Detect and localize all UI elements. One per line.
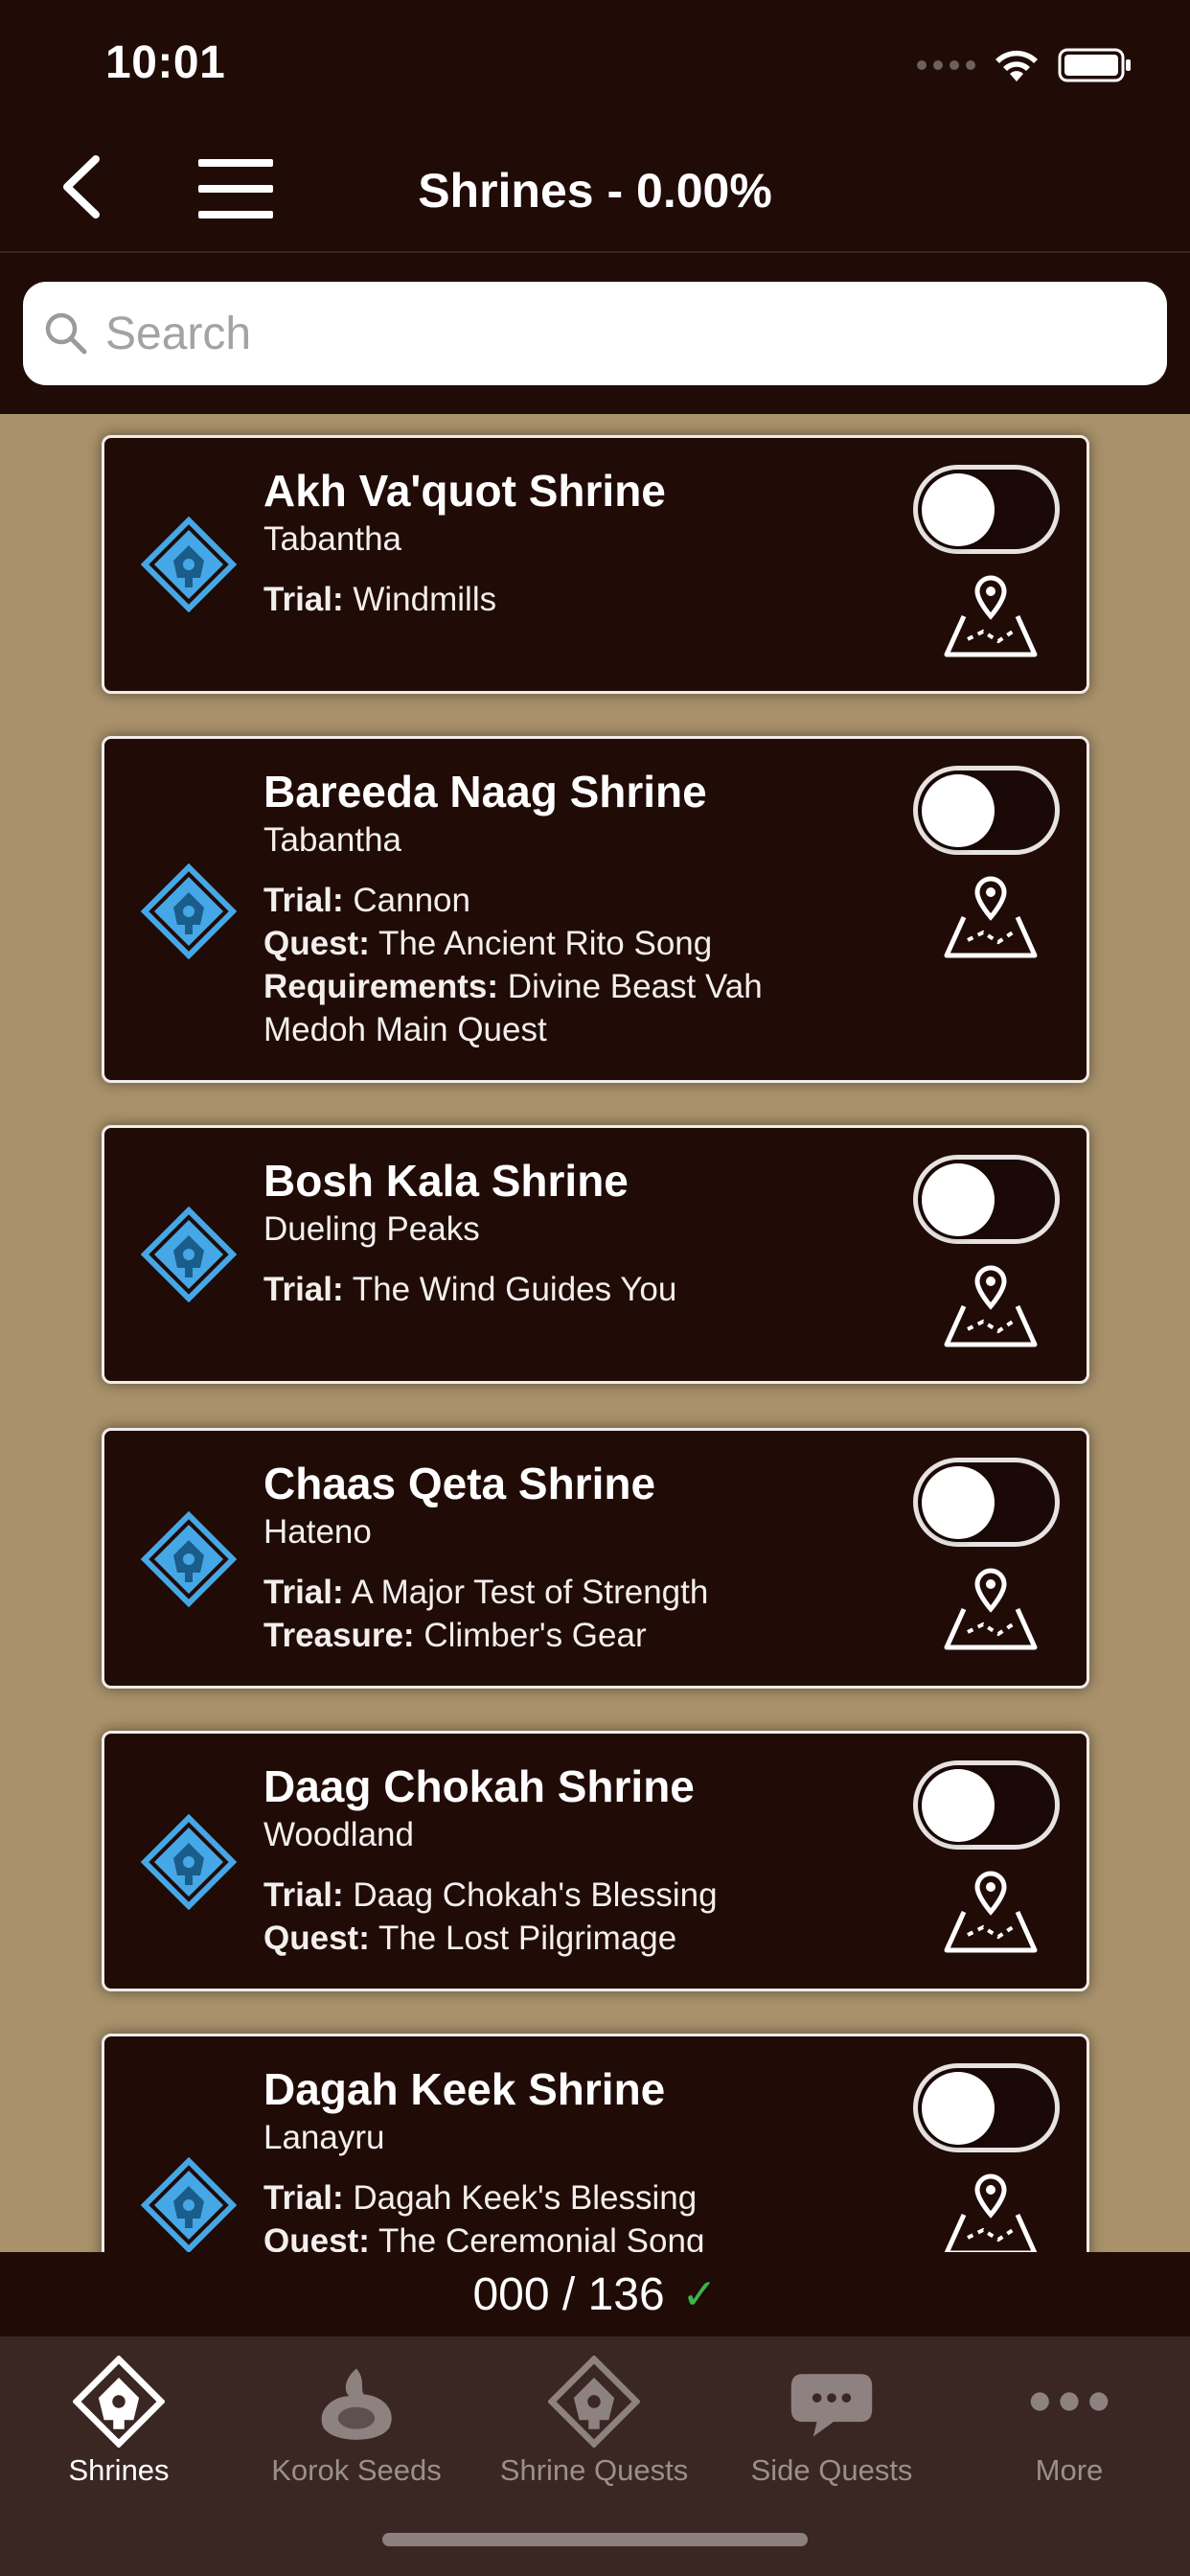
shrine-icon: [141, 1814, 237, 1910]
shrine-detail: Quest: The Ceremonial Song: [263, 2222, 705, 2252]
shrine-card[interactable]: Akh Va'quot Shrine Tabantha Trial: Windm…: [102, 435, 1089, 694]
shrine-name: Bosh Kala Shrine: [263, 1156, 629, 1206]
shrine-region: Lanayru: [263, 2119, 385, 2156]
speech-bubble-icon: [790, 2374, 873, 2437]
tab-shrines[interactable]: Shrines: [0, 2346, 238, 2499]
map-pin-icon[interactable]: [943, 1264, 1039, 1350]
shrine-region: Tabantha: [263, 821, 402, 859]
tab-label: Korok Seeds: [271, 2453, 442, 2487]
shrine-icon: [73, 2356, 165, 2448]
shrine-detail: Trial: The Wind Guides You: [263, 1271, 677, 1308]
shrine-name: Bareeda Naag Shrine: [263, 767, 707, 816]
wifi-icon: [995, 50, 1038, 81]
tab-label: Shrine Quests: [499, 2453, 689, 2487]
map-pin-icon[interactable]: [943, 1870, 1039, 1956]
search-bar[interactable]: [23, 282, 1167, 385]
shrine-detail: Trial: Daag Chokah's Blessing: [263, 1876, 718, 1914]
shrine-card[interactable]: Chaas Qeta Shrine Hateno Trial: A Major …: [102, 1428, 1089, 1689]
shrine-icon: [141, 863, 237, 959]
toggle-knob: [922, 774, 995, 847]
completed-toggle[interactable]: [913, 465, 1060, 554]
shrine-name: Akh Va'quot Shrine: [263, 466, 666, 516]
tab-side-quests[interactable]: Side Quests: [713, 2346, 950, 2499]
shrine-icon: [141, 517, 237, 612]
completed-toggle[interactable]: [913, 1760, 1060, 1850]
search-icon: [45, 312, 87, 355]
shrine-detail: Quest: The Ancient Rito Song: [263, 925, 713, 962]
shrine-card[interactable]: Bosh Kala Shrine Dueling Peaks Trial: Th…: [102, 1125, 1089, 1384]
map-pin-icon[interactable]: [943, 1567, 1039, 1653]
completed-toggle[interactable]: [913, 2063, 1060, 2152]
signal-icon: [917, 60, 975, 70]
tab-more[interactable]: More: [950, 2346, 1188, 2499]
shrine-detail: Treasure: Climber's Gear: [263, 1617, 647, 1654]
shrine-detail: Trial: Dagah Keek's Blessing: [263, 2179, 698, 2217]
shrine-detail: Trial: Cannon: [263, 882, 470, 919]
shrine-region: Tabantha: [263, 520, 402, 558]
shrine-icon: [141, 1511, 237, 1607]
shrine-name: Chaas Qeta Shrine: [263, 1459, 656, 1508]
completion-counter: 000 / 136 ✓: [0, 2252, 1190, 2336]
shrine-card[interactable]: Bareeda Naag Shrine Tabantha Trial: Cann…: [102, 736, 1089, 1083]
toggle-knob: [922, 473, 995, 546]
shrine-detail: Trial: A Major Test of Strength: [263, 1574, 709, 1611]
shrine-name: Daag Chokah Shrine: [263, 1761, 695, 1811]
top-bar: 10:01 Shrines - 0.00%: [0, 0, 1190, 414]
shrine-card[interactable]: Dagah Keek Shrine Lanayru Trial: Dagah K…: [102, 2034, 1089, 2252]
page-title: Shrines - 0.00%: [418, 164, 772, 218]
map-pin-icon[interactable]: [943, 2173, 1039, 2252]
tab-label: More: [1035, 2453, 1104, 2487]
tab-label: Shrines: [68, 2453, 170, 2487]
shrine-icon: [141, 2157, 237, 2252]
shrine-card[interactable]: Daag Chokah Shrine Woodland Trial: Daag …: [102, 1731, 1089, 1991]
shrine-region: Hateno: [263, 1513, 372, 1551]
home-indicator[interactable]: [382, 2533, 808, 2546]
battery-icon: [1058, 48, 1131, 82]
status-icons: [917, 44, 1133, 86]
tab-shrine-quests[interactable]: Shrine Quests: [475, 2346, 713, 2499]
toggle-knob: [922, 1466, 995, 1539]
toggle-knob: [922, 2072, 995, 2145]
shrine-region: Woodland: [263, 1816, 414, 1853]
completed-toggle[interactable]: [913, 766, 1060, 855]
tab-korok-seeds[interactable]: Korok Seeds: [238, 2346, 475, 2499]
shrine-detail: Trial: Windmills: [263, 581, 497, 618]
shrine-name: Dagah Keek Shrine: [263, 2064, 666, 2114]
shrine-list[interactable]: Akh Va'quot Shrine Tabantha Trial: Windm…: [0, 414, 1190, 2252]
shrine-region: Dueling Peaks: [263, 1210, 480, 1248]
korok-seed-icon: [321, 2368, 392, 2440]
nav-bar: Shrines - 0.00%: [0, 126, 1190, 253]
completed-toggle[interactable]: [913, 1155, 1060, 1244]
checkmark-icon: ✓: [681, 2270, 718, 2318]
completed-toggle[interactable]: [913, 1458, 1060, 1547]
toggle-knob: [922, 1163, 995, 1236]
map-pin-icon[interactable]: [943, 875, 1039, 961]
shrine-detail: Requirements: Divine Beast Vah Medoh Mai…: [263, 968, 763, 1048]
status-time: 10:01: [105, 37, 226, 88]
tab-label: Side Quests: [750, 2453, 913, 2487]
map-pin-icon[interactable]: [943, 574, 1039, 660]
shrine-detail: Quest: The Lost Pilgrimage: [263, 1920, 677, 1957]
more-dots-icon: [1030, 2392, 1109, 2411]
toggle-knob: [922, 1769, 995, 1842]
shrine-icon: [141, 1207, 237, 1302]
search-input[interactable]: [105, 307, 1121, 360]
counter-text: 000 / 136: [472, 2268, 665, 2320]
shrine-quest-icon: [548, 2356, 640, 2448]
